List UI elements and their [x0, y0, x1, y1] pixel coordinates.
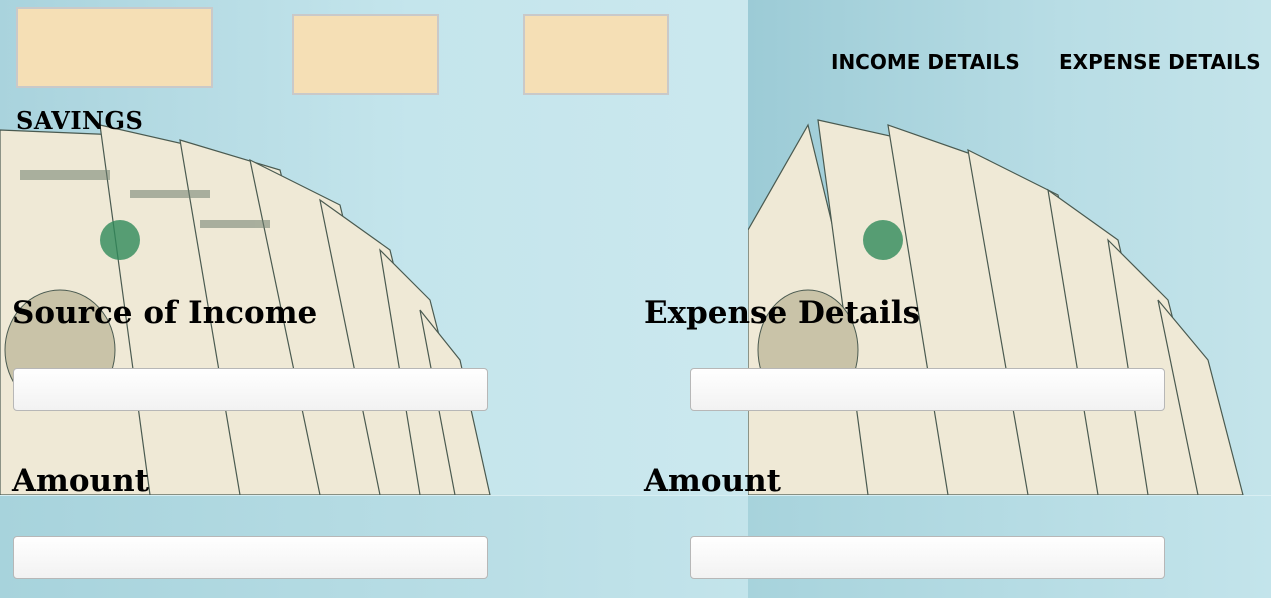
- savings-label: SAVINGS: [16, 106, 144, 135]
- nav-income-details-link[interactable]: INCOME DETAILS: [831, 50, 1020, 74]
- expense-amount-heading: Amount: [644, 463, 781, 499]
- source-of-income-heading: Source of Income: [12, 295, 318, 331]
- source-of-income-input[interactable]: [13, 368, 488, 411]
- expense-details-input[interactable]: [690, 368, 1165, 411]
- nav-expense-details-link[interactable]: EXPENSE DETAILS: [1059, 50, 1261, 74]
- summary-box-1: [16, 7, 213, 88]
- summary-box-3: [523, 14, 669, 95]
- income-amount-heading: Amount: [12, 463, 149, 499]
- income-amount-input[interactable]: [13, 536, 488, 579]
- expense-amount-input[interactable]: [690, 536, 1165, 579]
- money-fan-image: [748, 119, 1244, 495]
- expense-details-heading: Expense Details: [644, 295, 921, 331]
- summary-box-2: [292, 14, 439, 95]
